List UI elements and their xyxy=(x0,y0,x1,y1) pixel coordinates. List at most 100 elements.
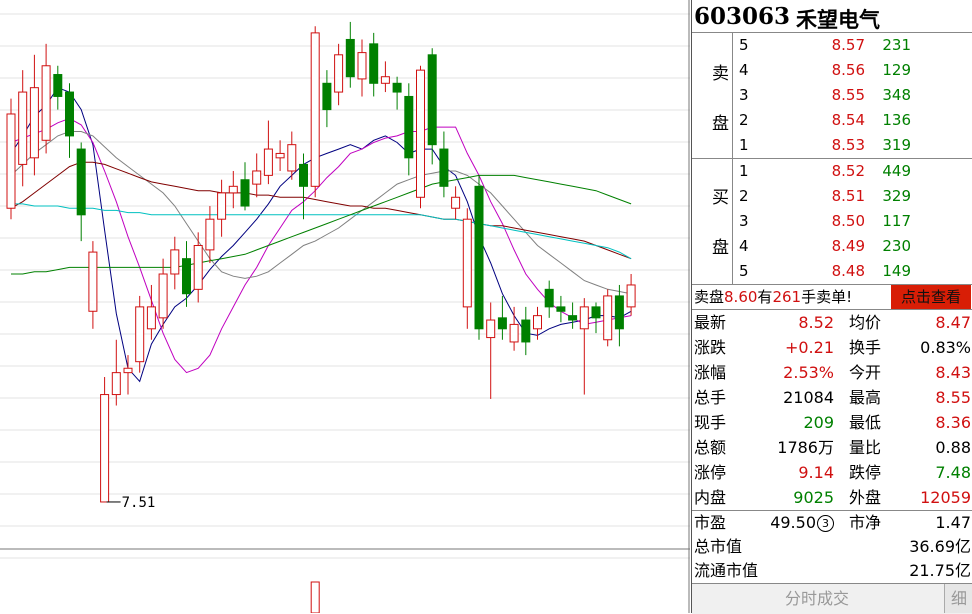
candle-body xyxy=(263,148,273,176)
stat-value: 8.36 xyxy=(935,413,971,432)
view-details-button[interactable]: 点击查看 xyxy=(891,285,971,309)
sell-volume: 136 xyxy=(882,111,911,129)
stat-label: 最高 xyxy=(849,388,882,407)
candle-body xyxy=(404,95,414,159)
candle-body xyxy=(217,192,227,220)
stat-label: 涨跌 xyxy=(694,338,727,357)
buy-level: 3 xyxy=(739,212,749,230)
stats-row: 最新 8.52 均价 8.47 xyxy=(692,310,972,335)
candle-body xyxy=(416,69,425,198)
stat-label: 最新 xyxy=(694,313,727,332)
buy-row[interactable]: 1 8.52 449 xyxy=(733,159,972,184)
buy-level: 1 xyxy=(739,162,749,180)
candle-body xyxy=(451,196,461,209)
sell-row[interactable]: 5 8.57 231 xyxy=(733,33,972,58)
bottom-tabs: 分时成交 细 xyxy=(692,583,972,614)
pb-label: 市净 xyxy=(849,513,882,532)
tab-detail[interactable]: 细 xyxy=(944,584,972,613)
sell-row[interactable]: 1 8.53 319 xyxy=(733,133,972,158)
candle-body xyxy=(53,74,63,97)
candle-body xyxy=(544,288,554,308)
candle-body xyxy=(299,163,308,187)
buy-row[interactable]: 5 8.48 149 xyxy=(733,259,972,284)
sell-row[interactable]: 2 8.54 136 xyxy=(733,108,972,133)
pe-value-group: 49.50 3 xyxy=(770,511,834,535)
candle-body xyxy=(146,306,156,330)
stat-value: 1786万 xyxy=(777,438,834,457)
float-cap-label: 流通市值 xyxy=(694,561,759,580)
buy-price: 8.51 xyxy=(831,187,865,205)
candle-body xyxy=(123,367,133,374)
candle-body xyxy=(287,144,297,172)
buy-level: 2 xyxy=(739,187,749,205)
stat-label: 均价 xyxy=(849,313,882,332)
candle-body xyxy=(556,306,566,312)
buy-price: 8.49 xyxy=(831,237,865,255)
buy-row[interactable]: 4 8.49 230 xyxy=(733,234,972,259)
volume-bar xyxy=(310,581,320,613)
stat-value: 12059 xyxy=(920,488,971,507)
candle-body xyxy=(275,152,285,159)
candle-body xyxy=(579,306,589,330)
buy-level: 4 xyxy=(739,237,749,255)
sell-level: 4 xyxy=(739,61,749,79)
candle-body xyxy=(626,284,636,308)
stats-row: 总额 1786万 量比 0.88 xyxy=(692,435,972,460)
buy-label-char: 买 xyxy=(712,188,729,208)
candle-body xyxy=(439,148,449,187)
candle-body xyxy=(591,306,601,319)
candle-body xyxy=(357,52,367,80)
candle-body xyxy=(228,185,238,194)
candle-body xyxy=(392,82,402,93)
sell-row[interactable]: 4 8.56 129 xyxy=(733,58,972,83)
stat-value: 21084 xyxy=(783,388,834,407)
sell-level: 1 xyxy=(739,136,749,154)
quote-panel: 603063 禾望电气 卖 盘 5 8.57 231 4 8.56 129 3 … xyxy=(691,0,972,614)
candle-body xyxy=(41,65,51,141)
sell-row[interactable]: 3 8.55 348 xyxy=(733,83,972,108)
candle-body xyxy=(474,185,484,330)
stat-value: 9025 xyxy=(793,488,834,507)
valuation-row: 流通市值 21.75亿 xyxy=(692,559,972,583)
banner-qty: 261 xyxy=(772,288,802,306)
candle-body xyxy=(252,170,262,185)
tab-time-sales[interactable]: 分时成交 xyxy=(692,584,942,613)
stat-label: 涨停 xyxy=(694,463,727,482)
sell-price: 8.55 xyxy=(831,86,865,104)
candle-body xyxy=(6,113,16,209)
candle-body xyxy=(509,323,519,343)
buy-row[interactable]: 3 8.50 117 xyxy=(733,209,972,234)
buy-row[interactable]: 2 8.51 329 xyxy=(733,184,972,209)
stat-label: 今开 xyxy=(849,363,882,382)
stat-label: 内盘 xyxy=(694,488,727,507)
sell-level: 2 xyxy=(739,111,749,129)
stat-label: 外盘 xyxy=(849,488,882,507)
kline-chart-area[interactable]: 7.51 xyxy=(0,0,690,613)
sell-orderbook: 卖 盘 5 8.57 231 4 8.56 129 3 8.55 348 2 8… xyxy=(692,33,972,159)
candle-body xyxy=(369,43,379,84)
candle-body xyxy=(240,179,250,207)
buy-level: 5 xyxy=(739,262,749,280)
candle-body xyxy=(135,306,145,363)
candle-body xyxy=(521,319,531,343)
candle-body xyxy=(462,218,472,308)
candle-body xyxy=(205,218,215,251)
candle-body xyxy=(614,295,624,330)
pe-value: 49.50 xyxy=(770,513,816,532)
stats-row: 涨停 9.14 跌停 7.48 xyxy=(692,460,972,485)
candle-body xyxy=(65,91,74,137)
candle-body xyxy=(427,54,437,146)
buy-orderbook: 买 盘 1 8.52 449 2 8.51 329 3 8.50 117 4 8… xyxy=(692,159,972,285)
buy-volume: 117 xyxy=(882,212,911,230)
candle-body xyxy=(76,148,86,216)
valuation-row: 市盈 49.50 3 市净 1.47 xyxy=(692,511,972,535)
kline-chart[interactable]: 7.51 xyxy=(0,0,690,613)
stats-row: 涨跌 +0.21 换手 0.83% xyxy=(692,335,972,360)
sell-price: 8.53 xyxy=(831,136,865,154)
banner-text: 卖盘8.60有261手卖单! xyxy=(694,285,852,309)
sell-price: 8.56 xyxy=(831,61,865,79)
stock-header: 603063 禾望电气 xyxy=(692,0,972,33)
stats-row: 涨幅 2.53% 今开 8.43 xyxy=(692,360,972,385)
sell-price: 8.57 xyxy=(831,36,865,54)
stat-value: 0.88 xyxy=(935,438,971,457)
